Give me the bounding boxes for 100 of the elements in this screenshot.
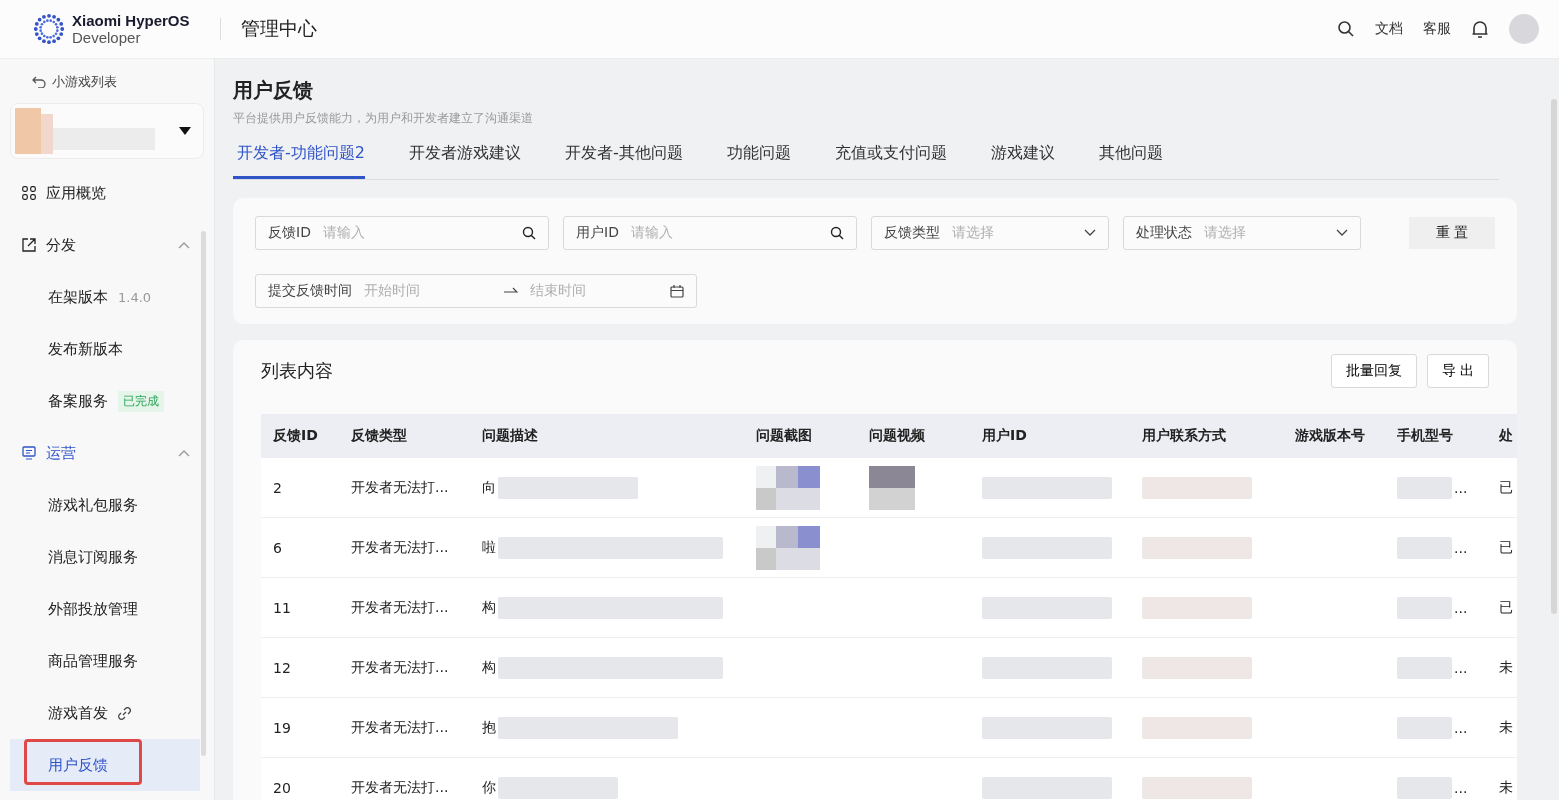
- header-title: 管理中心: [240, 16, 317, 41]
- back-link[interactable]: 小游戏列表: [10, 59, 204, 103]
- tab[interactable]: 开发者-其他问题: [560, 143, 683, 179]
- list-title: 列表内容: [261, 359, 333, 383]
- table-cell-text: 未: [1499, 778, 1514, 797]
- column-header: 游戏版本号: [1295, 427, 1366, 445]
- bell-icon[interactable]: [1471, 19, 1489, 39]
- logo-icon: [32, 12, 66, 46]
- column-header: 用户联系方式: [1142, 427, 1227, 445]
- table-cell: ...: [1454, 659, 1468, 676]
- column-header: 手机型号: [1397, 427, 1454, 445]
- back-icon: [32, 76, 46, 88]
- search-icon[interactable]: [1337, 20, 1355, 38]
- table-cell-text: 已: [1499, 598, 1514, 617]
- table-cell: ...: [1454, 539, 1468, 556]
- table-cell-text: 未: [1499, 658, 1514, 677]
- action-button[interactable]: 导 出: [1426, 354, 1489, 388]
- sidebar-item[interactable]: 分发: [10, 219, 204, 271]
- avatar[interactable]: [1509, 14, 1539, 44]
- table-cell-text: 开发者无法打...: [351, 778, 450, 797]
- column-header: 处: [1499, 427, 1514, 445]
- table-cell-text: 11: [273, 599, 292, 616]
- table-cell: 向: [482, 478, 496, 497]
- search-field[interactable]: 用户ID 请输入: [563, 216, 857, 250]
- redacted-block: [1397, 716, 1452, 739]
- date-range-field[interactable]: 提交反馈时间 开始时间 结束时间: [255, 274, 697, 308]
- table-cell-text: 6: [273, 539, 283, 556]
- sidebar-item[interactable]: 应用概览: [10, 167, 204, 219]
- sidebar-subitem[interactable]: 外部投放管理: [10, 583, 204, 635]
- column-header: 用户ID: [982, 427, 1028, 445]
- external-link-icon: [22, 238, 36, 252]
- table-cell: ...: [1454, 479, 1468, 496]
- table-cell: 你: [482, 778, 496, 797]
- redacted-block: [1397, 476, 1452, 499]
- column-header: 反馈类型: [351, 427, 408, 445]
- table-cell-text: 开发者无法打...: [351, 598, 450, 617]
- table-cell-text: 开发者无法打...: [351, 478, 450, 497]
- tab[interactable]: 游戏建议: [986, 143, 1055, 179]
- sidebar-subitem[interactable]: 发布新版本: [10, 323, 204, 375]
- brand-subtitle: Developer: [72, 29, 142, 46]
- table-cell-text: 开发者无法打...: [351, 538, 450, 557]
- table-cell: 抱: [482, 718, 496, 737]
- redacted-block: [1397, 536, 1452, 559]
- page-title: 用户反馈: [233, 77, 314, 104]
- action-button[interactable]: 批量回复: [1330, 354, 1417, 388]
- table-cell-text: 20: [273, 779, 292, 796]
- table-cell-text: 19: [273, 719, 292, 736]
- search-icon: [830, 226, 844, 240]
- table-cell-text: 未: [1499, 718, 1514, 737]
- sidebar-subitem[interactable]: 消息订阅服务: [10, 531, 204, 583]
- table-cell-text: 已: [1499, 538, 1514, 557]
- tab[interactable]: 开发者-功能问题2: [233, 143, 365, 179]
- table-cell: ...: [1454, 719, 1468, 736]
- table-cell-text: 开发者无法打...: [351, 658, 450, 677]
- app-selector[interactable]: [10, 103, 204, 159]
- search-icon: [522, 226, 536, 240]
- status-badge: 已完成: [118, 390, 164, 412]
- sidebar-item[interactable]: 运营: [10, 427, 204, 479]
- sidebar-subitem[interactable]: 备案服务 已完成: [10, 375, 204, 427]
- scrollbar[interactable]: [201, 231, 206, 756]
- redacted-block: [1397, 596, 1452, 619]
- brand-name: Xiaomi HyperOS: [72, 12, 190, 29]
- search-field[interactable]: 反馈ID 请输入: [255, 216, 549, 250]
- column-header: 问题描述: [482, 427, 539, 445]
- column-header: 问题视频: [869, 427, 926, 445]
- chevron-down-icon: [1336, 229, 1348, 237]
- version-label: 1.4.0: [118, 289, 152, 305]
- header-link[interactable]: 客服: [1423, 20, 1451, 38]
- tab[interactable]: 开发者游戏建议: [404, 143, 521, 179]
- chevron-down-icon: [1084, 229, 1096, 237]
- table-cell: ...: [1454, 779, 1468, 796]
- column-header: 反馈ID: [273, 427, 319, 445]
- column-header: 问题截图: [756, 427, 813, 445]
- sidebar-subitem[interactable]: 商品管理服务: [10, 635, 204, 687]
- table-cell: ...: [1454, 599, 1468, 616]
- table-cell: 构: [482, 658, 496, 677]
- header-link[interactable]: 文档: [1375, 20, 1403, 38]
- tab[interactable]: 功能问题: [722, 143, 791, 179]
- table-cell-text: 已: [1499, 478, 1514, 497]
- calendar-icon: [670, 284, 684, 298]
- tab[interactable]: 充值或支付问题: [830, 143, 947, 179]
- reset-button[interactable]: 重 置: [1409, 217, 1495, 249]
- page-subtitle: 平台提供用户反馈能力，为用户和开发者建立了沟通渠道: [233, 110, 534, 127]
- sidebar-subitem[interactable]: 游戏首发: [10, 687, 204, 739]
- dropdown-caret-icon: [179, 127, 191, 135]
- table-cell: 构: [482, 598, 496, 617]
- sidebar-subitem[interactable]: 游戏礼包服务: [10, 479, 204, 531]
- sidebar-subitem[interactable]: 在架版本 1.4.0: [10, 271, 204, 323]
- table-cell: 啦: [482, 538, 496, 557]
- table-cell-text: 开发者无法打...: [351, 718, 450, 737]
- scrollbar[interactable]: [1551, 99, 1557, 614]
- select-field[interactable]: 反馈类型 请选择: [871, 216, 1109, 250]
- select-field[interactable]: 处理状态 请选择: [1123, 216, 1361, 250]
- tab[interactable]: 其他问题: [1094, 143, 1163, 179]
- redacted-block: [1397, 656, 1452, 679]
- table-cell-text: 12: [273, 659, 292, 676]
- grid-icon: [22, 186, 36, 200]
- table-cell-text: 2: [273, 479, 283, 496]
- monitor-icon: [22, 446, 36, 460]
- sidebar-subitem[interactable]: 用户反馈: [10, 739, 200, 791]
